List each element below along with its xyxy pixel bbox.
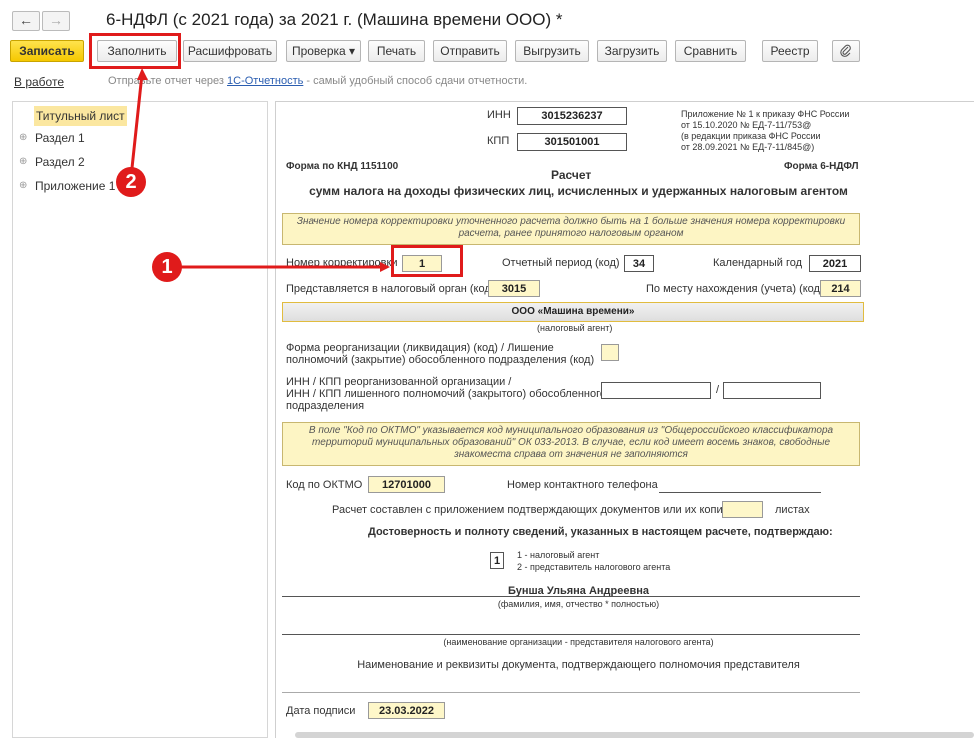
arrowhead — [380, 262, 390, 272]
app-window: ← → 6-НДФЛ (с 2021 года) за 2021 г. (Маш… — [0, 0, 974, 738]
arrowhead — [137, 68, 148, 80]
arrow-to-fill — [130, 73, 144, 169]
annotation-arrows — [130, 68, 390, 272]
step-marker-2: 2 — [116, 167, 146, 197]
step-marker-1: 1 — [152, 252, 182, 282]
